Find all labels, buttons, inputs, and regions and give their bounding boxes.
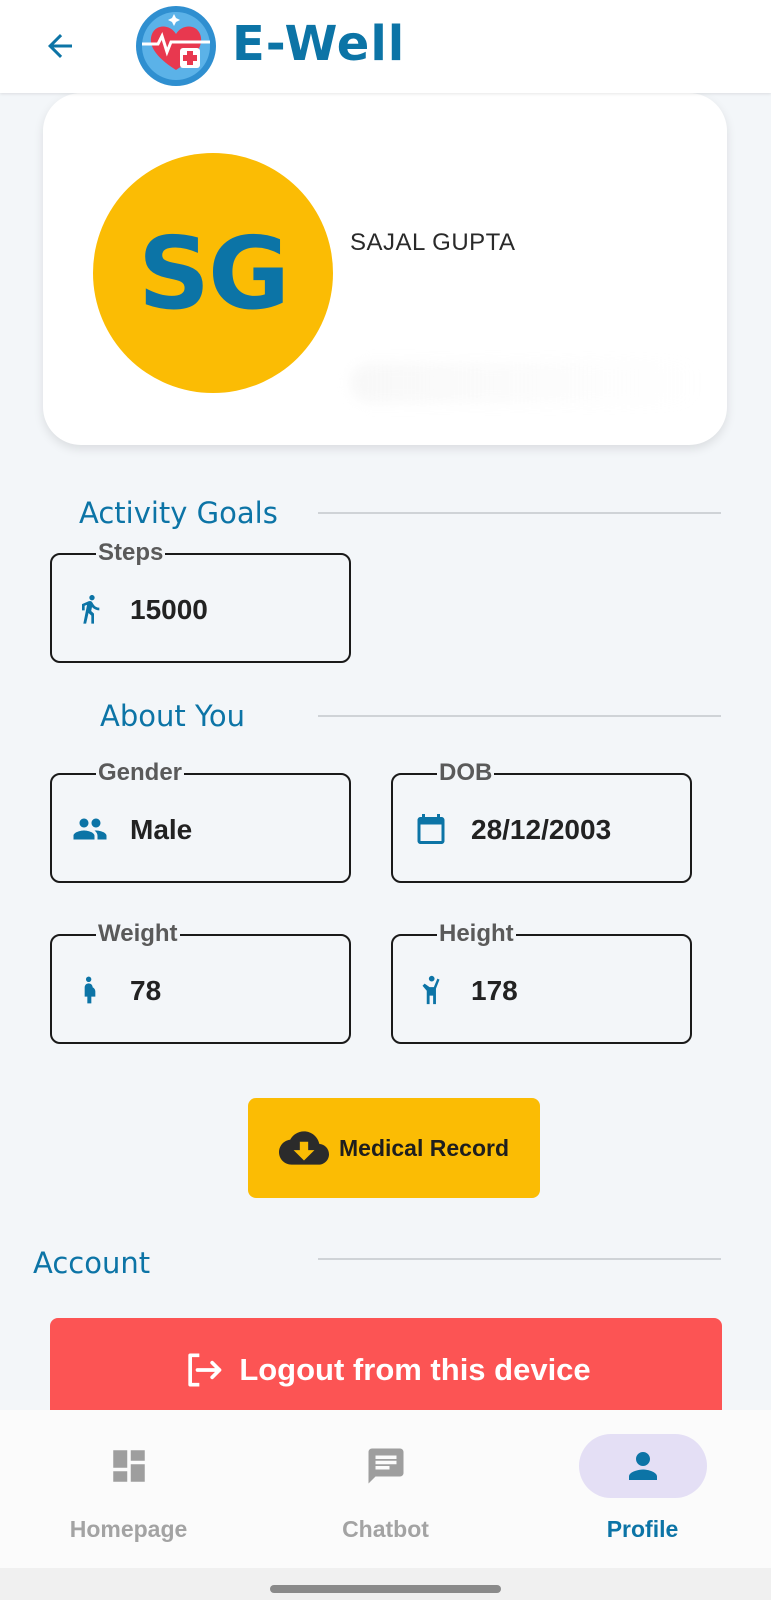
account-title: Account bbox=[33, 1246, 151, 1280]
dashboard-icon bbox=[113, 1450, 145, 1482]
about-you-title: About You bbox=[100, 699, 245, 733]
app-logo bbox=[134, 4, 218, 88]
gender-label: Gender bbox=[96, 758, 185, 788]
bottom-navigation: Homepage Chatbot Profile bbox=[0, 1410, 771, 1568]
walking-person-icon bbox=[72, 591, 108, 627]
medical-record-label: Medical Record bbox=[339, 1134, 509, 1161]
nav-chatbot-label: Chatbot bbox=[342, 1516, 429, 1542]
height-label: Height bbox=[437, 919, 516, 949]
system-gesture-area bbox=[0, 1568, 771, 1600]
people-icon bbox=[72, 811, 108, 847]
person-raising-hand-icon bbox=[413, 972, 449, 1008]
chat-icon bbox=[368, 1448, 404, 1484]
activity-goals-title: Activity Goals bbox=[79, 496, 278, 530]
profile-card: SG SAJAL GUPTA bbox=[43, 93, 727, 445]
weight-label: Weight bbox=[96, 919, 180, 949]
app-title: E-Well bbox=[232, 16, 406, 72]
avatar: SG bbox=[93, 153, 333, 393]
nav-profile[interactable]: Profile bbox=[514, 1410, 771, 1568]
dob-field[interactable]: DOB 28/12/2003 bbox=[391, 758, 692, 883]
dob-label: DOB bbox=[437, 758, 495, 788]
account-divider bbox=[318, 1258, 721, 1260]
steps-label: Steps bbox=[96, 538, 166, 568]
height-field[interactable]: Height 178 bbox=[391, 919, 692, 1044]
nav-chatbot[interactable]: Chatbot bbox=[257, 1410, 514, 1568]
person-icon bbox=[629, 1452, 657, 1480]
gesture-handle[interactable] bbox=[270, 1585, 501, 1593]
weight-field[interactable]: Weight 78 bbox=[50, 919, 351, 1044]
height-value: 178 bbox=[471, 975, 518, 1006]
nav-homepage-label: Homepage bbox=[69, 1516, 188, 1542]
dob-value: 28/12/2003 bbox=[471, 814, 612, 845]
gender-value: Male bbox=[130, 814, 193, 845]
nav-profile-pill bbox=[579, 1434, 707, 1498]
medical-record-button[interactable]: Medical Record bbox=[248, 1098, 540, 1198]
weight-value: 78 bbox=[130, 975, 162, 1006]
heart-medical-logo-icon bbox=[136, 6, 216, 86]
logout-icon bbox=[188, 1353, 222, 1387]
about-you-divider bbox=[318, 715, 721, 717]
nav-homepage-pill bbox=[65, 1434, 193, 1498]
cloud-download-icon bbox=[279, 1131, 329, 1165]
back-button[interactable] bbox=[36, 22, 84, 70]
profile-name: SAJAL GUPTA bbox=[350, 229, 516, 256]
blurred-detail bbox=[350, 363, 700, 403]
top-app-bar: E-Well bbox=[0, 0, 771, 93]
activity-goals-divider bbox=[318, 512, 721, 514]
arrow-back-icon bbox=[48, 34, 72, 58]
nav-homepage[interactable]: Homepage bbox=[0, 1410, 257, 1568]
avatar-initials: SG bbox=[137, 214, 290, 332]
gender-field[interactable]: Gender Male bbox=[50, 758, 351, 883]
pregnant-person-icon bbox=[72, 972, 108, 1008]
logout-label: Logout from this device bbox=[239, 1352, 591, 1387]
nav-chatbot-pill bbox=[322, 1434, 450, 1498]
steps-value: 15000 bbox=[130, 594, 208, 625]
calendar-icon bbox=[413, 811, 449, 847]
nav-profile-label: Profile bbox=[606, 1516, 679, 1542]
steps-field[interactable]: Steps 15000 bbox=[50, 538, 351, 663]
